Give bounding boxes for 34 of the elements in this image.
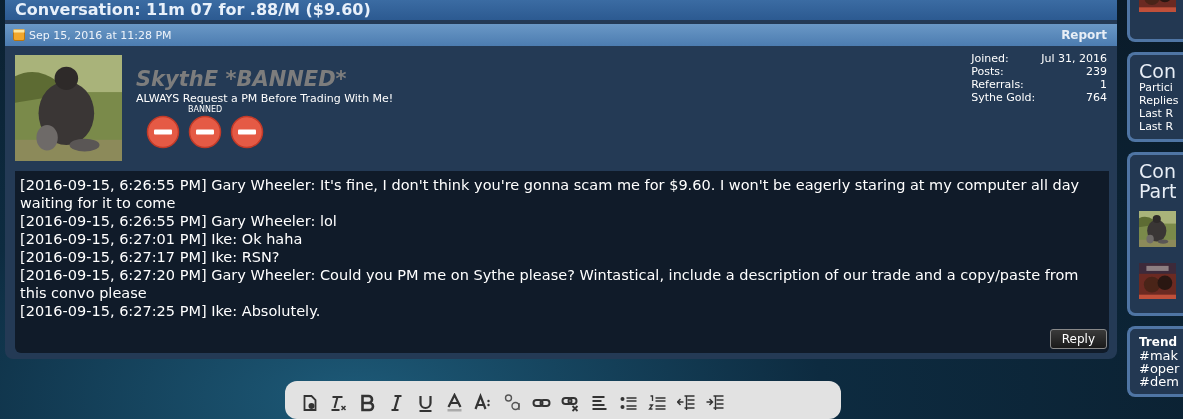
stat-value: 764 <box>1085 91 1107 104</box>
no-entry-icon <box>188 115 223 149</box>
stat-value: 1 <box>1099 78 1107 91</box>
post-date: Sep 15, 2016 at 11:28 PM <box>29 28 172 42</box>
info-label: Last R <box>1139 120 1174 133</box>
user-title: ALWAYS Request a PM Before Trading With Me! <box>136 92 394 105</box>
chat-message: [2016-09-15, 6:27:20 PM] Gary Wheeler: Could you PM me on Sythe please? Wintastical, include a description of our trade and a copy/paste from this convo please <box>20 266 1080 302</box>
panel-title: Part <box>1139 181 1177 201</box>
stat-value: Jul 31, 2016 <box>1041 52 1107 65</box>
chat-message: [2016-09-15, 6:27:25 PM] Ike: Absolutely. <box>20 302 322 320</box>
chat-message: [2016-09-15, 6:26:55 PM] Gary Wheeler: It's fine, I don't think you're gonna scam me for $9.60. I won't be eagerly staring at my computer all day waiting for it to come <box>20 176 1081 212</box>
panel-title: Con <box>1139 161 1176 181</box>
stat-label: Sythe Gold: <box>971 91 1036 104</box>
chat-message: [2016-09-15, 6:26:55 PM] Gary Wheeler: lol <box>20 212 338 230</box>
panel-title: Trend <box>1139 335 1178 349</box>
hashtag-link[interactable]: #mak <box>1139 349 1179 362</box>
stat-label: Referrals: <box>971 78 1025 91</box>
no-entry-icon <box>146 115 180 149</box>
stat-label: Joined: <box>971 52 1010 65</box>
no-entry-icon <box>230 115 265 149</box>
chat-message: [2016-09-15, 6:27:17 PM] Ike: RSN? <box>20 248 281 266</box>
panel-title: Con <box>1139 61 1176 81</box>
stat-label: Posts: <box>971 65 1005 78</box>
info-label: Replies <box>1139 94 1179 107</box>
badge-label: BANNED <box>188 105 223 115</box>
hashtag-link[interactable]: #oper <box>1139 362 1180 375</box>
chat-message: [2016-09-15, 6:27:01 PM] Ike: Ok haha <box>20 230 304 248</box>
hashtag-link[interactable]: #dem <box>1139 375 1179 388</box>
note-icon <box>13 29 25 41</box>
thread-title: Conversation: 11m 07 for .88/M ($9.60) <box>15 1 371 18</box>
info-label: Partici <box>1139 81 1173 94</box>
info-label: Last R <box>1139 107 1174 120</box>
stat-value: 239 <box>1085 65 1107 78</box>
reply-button[interactable]: Reply <box>1049 329 1107 349</box>
